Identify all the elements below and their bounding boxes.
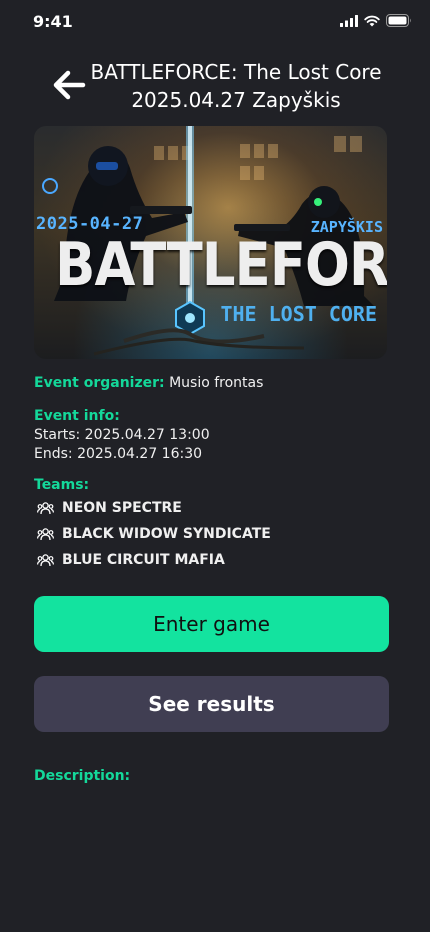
description-label: Description: xyxy=(34,768,131,784)
event-poster-image: 2025-04-27 ZAPYŠKIS BATTLEFORCE: THE LOS… xyxy=(34,126,387,359)
arrow-left-icon xyxy=(53,70,86,100)
event-end-time: Ends: 2025.04.27 16:30 xyxy=(34,446,203,462)
cellular-signal-icon xyxy=(340,14,358,27)
event-screen: 9:41 BATTLEFORCE: The Lost Core 2025.04.… xyxy=(0,0,430,932)
teams-label: Teams: xyxy=(34,477,90,493)
back-button[interactable] xyxy=(50,66,88,104)
event-info: Event info: Starts: 2025.04.27 13:00 End… xyxy=(34,407,210,464)
enter-game-button[interactable]: Enter game xyxy=(34,596,389,652)
team-item: NEON SPECTRE xyxy=(37,495,271,521)
organizer-label: Event organizer: xyxy=(34,375,165,391)
event-start-time: Starts: 2025.04.27 13:00 xyxy=(34,427,210,443)
status-time: 9:41 xyxy=(33,12,73,31)
event-organizer: Event organizer: Musio frontas xyxy=(34,374,263,393)
wifi-icon xyxy=(364,15,380,26)
organizer-value: Musio frontas xyxy=(169,375,264,391)
team-item: BLACK WIDOW SYNDICATE xyxy=(37,521,271,547)
page-title-line-1: BATTLEFORCE: The Lost Core xyxy=(90,60,382,84)
team-icon xyxy=(37,553,54,566)
battery-icon xyxy=(386,14,411,27)
team-icon xyxy=(37,501,54,514)
event-info-label: Event info: xyxy=(34,408,120,424)
teams-section: Teams: NEON SPECTRE BLACK WIDOW SYNDICAT… xyxy=(34,476,271,573)
team-icon xyxy=(37,527,54,540)
status-bar: 9:41 xyxy=(0,0,430,44)
poster-title-text: BATTLEFORCE: xyxy=(55,230,387,300)
team-item: BLUE CIRCUIT MAFIA xyxy=(37,547,271,573)
page-title-line-2: 2025.04.27 Zapyškis xyxy=(131,88,341,112)
poster-subtitle-text: THE LOST CORE xyxy=(220,302,377,326)
status-icons xyxy=(340,14,412,27)
page-title: BATTLEFORCE: The Lost Core 2025.04.27 Za… xyxy=(86,58,386,114)
team-name: NEON SPECTRE xyxy=(62,499,182,516)
team-name: BLACK WIDOW SYNDICATE xyxy=(62,525,271,542)
see-results-button[interactable]: See results xyxy=(34,676,389,732)
team-name: BLUE CIRCUIT MAFIA xyxy=(62,551,225,568)
